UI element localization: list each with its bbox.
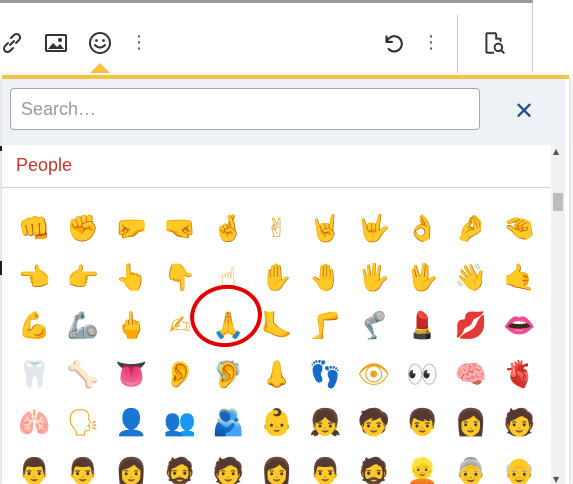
category-divider [2,187,550,188]
emoji-button[interactable]: 👥 [156,399,205,448]
more-vertical-icon[interactable]: ⋮ [415,27,447,59]
emoji-button[interactable]: 🤌 [447,205,496,254]
emoji-button[interactable]: 🤜 [156,205,205,254]
emoji-button[interactable]: 👩 [107,448,156,484]
emoji-button[interactable]: ✊ [59,205,108,254]
emoji-button[interactable]: 👊 [10,205,59,254]
emoji-button[interactable]: 💪 [10,302,59,351]
image-icon[interactable] [40,27,72,59]
emoji-button[interactable]: 🫂 [204,399,253,448]
popup-arrow [90,63,110,73]
scroll-up-icon[interactable]: ▲ [553,147,559,156]
emoji-button[interactable]: 🦷 [10,351,59,400]
emoji-button[interactable]: 🦵 [301,302,350,351]
scrollbar-thumb[interactable] [553,193,563,211]
emoji-button[interactable]: 🦾 [59,302,108,351]
emoji-button[interactable]: ✋ [253,254,302,303]
emoji-button[interactable]: 👣 [301,351,350,400]
emoji-button[interactable]: 🧠 [447,351,496,400]
editor-toolbar: ⋮ ⋮ [0,0,533,73]
emoji-button[interactable]: 👇 [156,254,205,303]
emoji-button[interactable]: 👩 [253,448,302,484]
emoji-button[interactable]: 👩 [447,399,496,448]
emoji-button[interactable]: 🦿 [350,302,399,351]
emoji-button[interactable]: 🦻 [204,351,253,400]
more-vertical-icon[interactable]: ⋮ [123,27,155,59]
link-icon[interactable] [0,27,28,59]
search-bar: ✕ [2,79,565,145]
emoji-button[interactable]: 👄 [495,302,544,351]
emoji-button[interactable]: 👆 [107,254,156,303]
emoji-button[interactable]: 👵 [447,448,496,484]
emoji-button[interactable]: 🧒 [350,399,399,448]
emoji-button[interactable]: 💋 [447,302,496,351]
emoji-button[interactable]: 👉 [59,254,108,303]
scrollbar[interactable]: ▲ ▼ [551,145,565,484]
emoji-button[interactable]: 👦 [398,399,447,448]
emoji-button[interactable]: 🫁 [10,399,59,448]
emoji-button[interactable]: 🤚 [301,254,350,303]
search-input[interactable] [10,88,480,130]
emoji-button[interactable]: 🦴 [59,351,108,400]
emoji-button[interactable]: 👱 [398,448,447,484]
emoji-button[interactable]: 🤞 [204,205,253,254]
emoji-button[interactable]: 🤙 [495,254,544,303]
undo-icon[interactable] [377,27,409,59]
emoji-button[interactable]: 👧 [301,399,350,448]
toolbar-divider [457,15,458,73]
emoji-button[interactable]: 🖖 [398,254,447,303]
emoji-button[interactable]: 👃 [253,351,302,400]
emoji-button[interactable]: 👴 [495,448,544,484]
emoji-button[interactable]: 👨 [59,448,108,484]
smiley-icon[interactable] [84,27,116,59]
emoji-button[interactable]: 👌 [398,205,447,254]
emoji-grid: 👊 ✊ 🤛 🤜 🤞 ✌ 🤘 🤟 👌 🤌 🤏 👈 👉 👆 👇 ☝ ✋ 🤚 🖐 🖖 👋 🤙 💪 🦾 🖕 ✍ 🙏 🦶 🦵 🦿 💄 💋 👄 🦷 🦴 👅 👂 🦻 👃 👣… [10,205,546,484]
emoji-button[interactable]: 🖕 [107,302,156,351]
emoji-button[interactable]: 🖐 [350,254,399,303]
emoji-picker: ✕ People 👊✊🤛🤜🤞✌🤘🤟👌🤌🤏👈👉👆👇☝✋🤚🖐🖖👋🤙💪🦾🖕✍🙏🦶🦵🦿💄… [2,75,569,484]
scroll-down-icon[interactable]: ▼ [553,475,559,484]
emoji-button[interactable]: 💄 [398,302,447,351]
emoji-button[interactable]: 🧔 [156,448,205,484]
emoji-button[interactable]: 🧑 [204,448,253,484]
emoji-button[interactable]: ✌ [253,205,302,254]
emoji-button[interactable]: 👀 [398,351,447,400]
emoji-button[interactable]: 👁 [350,351,399,400]
emoji-button[interactable]: 🤏 [495,205,544,254]
emoji-button[interactable]: 👈 [10,254,59,303]
emoji-button[interactable]: 👤 [107,399,156,448]
preview-icon[interactable] [478,27,510,59]
emoji-button[interactable]: 👋 [447,254,496,303]
emoji-button[interactable]: 👨 [10,448,59,484]
close-button[interactable]: ✕ [510,97,538,125]
emoji-button[interactable]: 👅 [107,351,156,400]
emoji-button[interactable]: 👶 [253,399,302,448]
category-heading: People [16,155,73,175]
emoji-button[interactable]: 🗣 [59,399,108,448]
emoji-button[interactable]: 👨 [301,448,350,484]
emoji-button[interactable]: 🧑 [495,399,544,448]
emoji-button[interactable]: 🫀 [495,351,544,400]
emoji-button[interactable]: 🧔 [350,448,399,484]
emoji-button[interactable]: 👂 [156,351,205,400]
emoji-button[interactable]: 🤛 [107,205,156,254]
emoji-button[interactable]: 🤟 [350,205,399,254]
emoji-button[interactable]: 🤘 [301,205,350,254]
